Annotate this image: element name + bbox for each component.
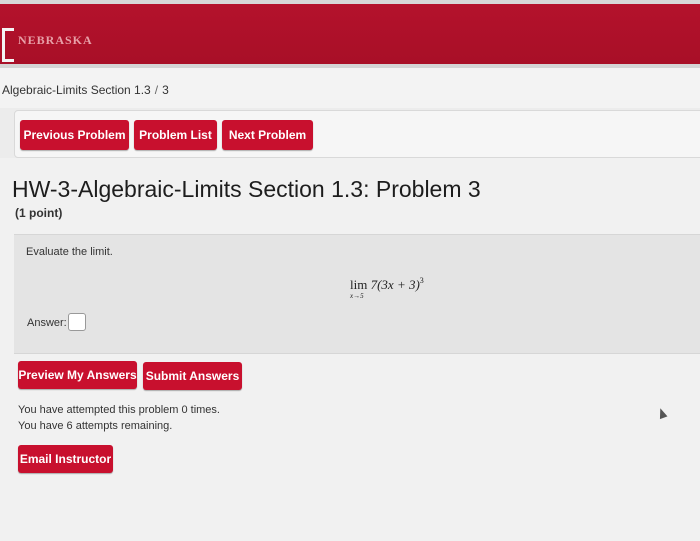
breadcrumb-course[interactable]: Algebraic-Limits Section 1.3 [2, 83, 151, 97]
breadcrumb-separator: / [154, 83, 159, 97]
limit-exponent: 3 [419, 276, 424, 285]
next-problem-button[interactable]: Next Problem [222, 120, 313, 150]
limit-word: lim [350, 277, 368, 292]
email-instructor-button[interactable]: Email Instructor [18, 445, 113, 473]
nebraska-n-logo-icon [2, 28, 14, 62]
page-title: HW-3-Algebraic-Limits Section 1.3: Probl… [12, 176, 481, 202]
problem-points: (1 point) [15, 206, 63, 220]
answer-input[interactable] [68, 313, 86, 331]
site-banner: NEBRASKA [0, 4, 700, 64]
submit-answers-button[interactable]: Submit Answers [143, 362, 242, 390]
previous-problem-button[interactable]: Previous Problem [20, 120, 129, 150]
attempted-text: You have attempted this problem 0 times. [18, 404, 220, 416]
brand-text: NEBRASKA [18, 33, 93, 47]
limit-operator: lim x→5 [350, 277, 368, 300]
answer-label: Answer: [27, 317, 67, 329]
problem-instruction: Evaluate the limit. [26, 246, 113, 258]
breadcrumb-problem: 3 [162, 83, 169, 97]
breadcrumb: Algebraic-Limits Section 1.3/3 [2, 83, 169, 97]
problem-list-button[interactable]: Problem List [134, 120, 217, 150]
limit-subscript: x→5 [350, 292, 364, 300]
preview-answers-button[interactable]: Preview My Answers [18, 361, 137, 389]
limit-expression: lim x→5 7(3x + 3)3 [350, 276, 424, 300]
limit-body: 7(3x + 3) [370, 277, 420, 292]
remaining-text: You have 6 attempts remaining. [18, 420, 173, 432]
attempt-status: You have attempted this problem 0 times.… [18, 402, 220, 434]
